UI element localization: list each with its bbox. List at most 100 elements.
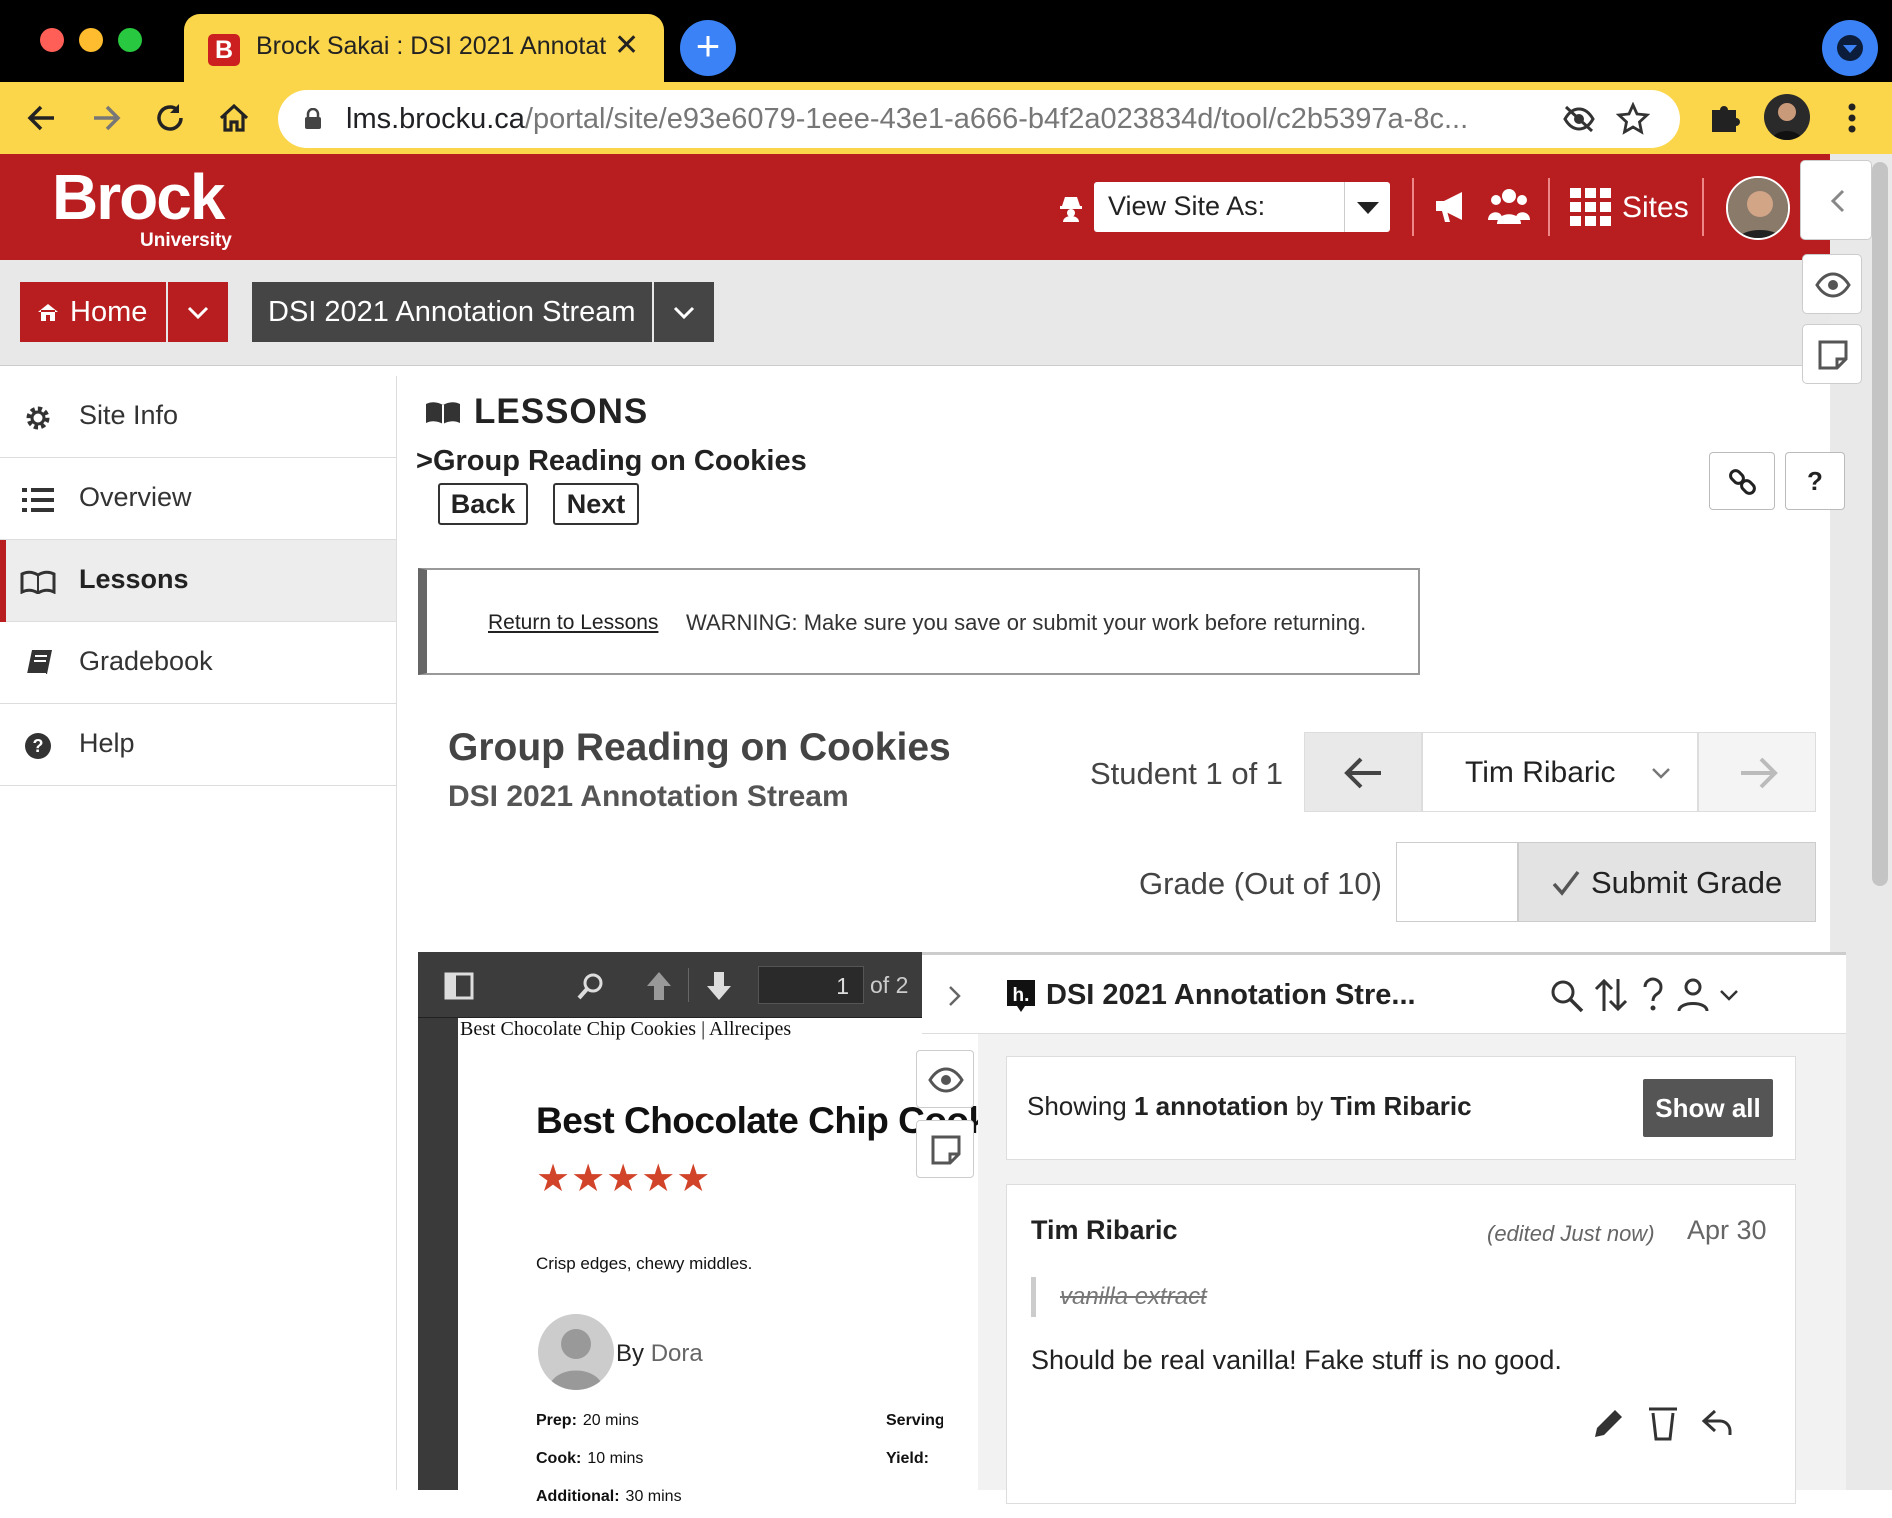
- sidebar-item-label: Site Info: [79, 400, 179, 430]
- home-dropdown-button[interactable]: [168, 282, 228, 342]
- link-button[interactable]: [1709, 452, 1775, 510]
- help-icon[interactable]: [1640, 977, 1666, 1013]
- sites-button-label[interactable]: Sites: [1622, 191, 1689, 225]
- search-icon[interactable]: [1550, 979, 1584, 1013]
- chevron-down-icon[interactable]: [1718, 985, 1740, 1005]
- help-button[interactable]: ?: [1785, 452, 1845, 510]
- view-site-as-label: View Site As:: [1108, 191, 1266, 221]
- pdf-toolbar-divider: [688, 968, 689, 1002]
- yield-label: Yield:: [886, 1450, 929, 1467]
- hypothesis-sidebar: h. DSI 2021 Annotation Stre... Showing 1…: [922, 952, 1846, 1504]
- pdf-page: Best Chocolate Chip Cookies | Allrecipes…: [458, 1018, 1039, 1505]
- sidebar-item-overview[interactable]: Overview: [0, 458, 396, 540]
- pdf-page-number-input[interactable]: 1: [758, 966, 864, 1004]
- home-button[interactable]: Home: [20, 282, 166, 342]
- page-scrollbar-thumb[interactable]: [1872, 162, 1888, 886]
- window-close-button[interactable]: [40, 28, 64, 52]
- site-dropdown-button[interactable]: [654, 282, 714, 342]
- brock-logo[interactable]: Brock University: [52, 161, 232, 251]
- new-page-note-button[interactable]: [916, 1120, 974, 1178]
- pdf-page-total: of 2: [870, 972, 909, 998]
- filter-count: 1 annotation: [1133, 1091, 1289, 1121]
- collapse-sidebar-button[interactable]: [1800, 160, 1872, 240]
- breadcrumb-current: Group Reading on Cookies: [432, 445, 807, 477]
- chevron-right-icon[interactable]: [942, 981, 968, 1011]
- previous-student-button[interactable]: [1304, 732, 1422, 812]
- browser-tab-strip: B Brock Sakai : DSI 2021 Annotat ✕ +: [0, 0, 1892, 82]
- show-highlights-button[interactable]: [1802, 254, 1862, 314]
- address-bar[interactable]: lms.brocku.ca/portal/site/e93e6079-1eee-…: [278, 90, 1680, 148]
- new-page-note-button[interactable]: [1802, 324, 1862, 384]
- recipe-author: By Dora: [616, 1340, 703, 1368]
- annotation-user[interactable]: Tim Ribaric: [1031, 1215, 1178, 1246]
- show-highlights-button[interactable]: [916, 1050, 974, 1108]
- window-minimize-button[interactable]: [79, 28, 103, 52]
- view-site-as-dropdown[interactable]: [1344, 182, 1390, 232]
- users-icon[interactable]: [1488, 186, 1530, 226]
- arrow-up-icon[interactable]: [644, 970, 674, 1002]
- trash-icon[interactable]: [1647, 1405, 1679, 1441]
- tab-title: Brock Sakai : DSI 2021 Annotat: [256, 32, 606, 60]
- chrome-menu-icon[interactable]: [1834, 100, 1870, 136]
- extensions-puzzle-icon[interactable]: [1706, 98, 1744, 136]
- home-icon[interactable]: [216, 100, 252, 136]
- logo-text: Brock: [52, 161, 225, 233]
- new-tab-button[interactable]: +: [680, 20, 736, 76]
- header-divider: [1412, 178, 1414, 236]
- sites-grid-icon[interactable]: [1570, 188, 1612, 226]
- view-site-as-select[interactable]: View Site As:: [1094, 182, 1390, 232]
- group-title[interactable]: DSI 2021 Annotation Stre...: [1046, 979, 1416, 1012]
- current-site-button[interactable]: DSI 2021 Annotation Stream: [252, 282, 652, 342]
- arrow-right-icon: [1741, 757, 1778, 789]
- annotation-edited: (edited Just now): [1487, 1221, 1655, 1246]
- sidebar-item-gradebook[interactable]: Gradebook: [0, 622, 396, 704]
- chrome-profile-avatar[interactable]: [1764, 94, 1810, 140]
- sidebar-item-site-info[interactable]: Site Info: [0, 376, 396, 458]
- prep-value: 20 mins: [582, 1412, 639, 1429]
- megaphone-icon[interactable]: [1432, 188, 1474, 224]
- return-to-lessons-link[interactable]: Return to Lessons: [488, 611, 658, 635]
- next-button[interactable]: Next: [553, 483, 639, 525]
- reply-icon[interactable]: [1701, 1407, 1735, 1439]
- tool-sidebar: Site Info Overview Lessons Gradebook ? H…: [0, 376, 397, 1490]
- back-arrow-icon[interactable]: [24, 100, 60, 136]
- additional-time: Additional: 30 mins: [536, 1488, 682, 1518]
- annotation-card[interactable]: Tim Ribaric (edited Just now) Apr 30 van…: [1006, 1184, 1796, 1504]
- grade-input[interactable]: [1396, 842, 1518, 922]
- next-student-button[interactable]: [1698, 732, 1816, 812]
- user-icon[interactable]: [1676, 977, 1710, 1013]
- tab-close-icon[interactable]: ✕: [614, 28, 639, 63]
- student-select[interactable]: Tim Ribaric: [1422, 732, 1698, 812]
- tab-search-button[interactable]: [1822, 20, 1878, 76]
- servings: Serving: [886, 1412, 943, 1430]
- sidebar-item-lessons[interactable]: Lessons: [0, 540, 396, 622]
- window-zoom-button[interactable]: [118, 28, 142, 52]
- sort-icon[interactable]: [1594, 977, 1628, 1013]
- submit-grade-button[interactable]: Submit Grade: [1518, 842, 1816, 922]
- show-all-button[interactable]: Show all: [1643, 1079, 1773, 1137]
- reload-icon[interactable]: [152, 100, 188, 136]
- eye-off-icon[interactable]: [1562, 103, 1596, 135]
- sidebar-item-help[interactable]: ? Help: [0, 704, 396, 786]
- page-title: LESSONS: [474, 392, 649, 431]
- breadcrumb[interactable]: >Group Reading on Cookies: [416, 445, 807, 478]
- arrow-down-icon[interactable]: [704, 970, 734, 1002]
- hypothesis-logo-icon: h.: [1007, 980, 1035, 1012]
- search-icon[interactable]: [576, 972, 606, 1002]
- bookmark-star-icon[interactable]: [1616, 102, 1650, 136]
- user-avatar[interactable]: [1726, 176, 1790, 240]
- book-open-icon: [20, 570, 56, 594]
- edit-pencil-icon[interactable]: [1591, 1407, 1625, 1441]
- back-button[interactable]: Back: [438, 483, 528, 525]
- chevron-down-icon: [1837, 35, 1863, 61]
- prep-label: Prep:: [536, 1412, 577, 1429]
- recipe-rating-stars: ★★★★★: [536, 1158, 712, 1200]
- home-button-label: Home: [70, 296, 148, 328]
- home-icon: [38, 304, 58, 321]
- chevron-left-icon: [1830, 189, 1845, 213]
- forward-arrow-icon[interactable]: [88, 100, 124, 136]
- sidebar-toggle-icon[interactable]: [444, 972, 474, 1000]
- browser-tab-active[interactable]: B Brock Sakai : DSI 2021 Annotat ✕: [184, 14, 664, 82]
- sidebar-item-label: Gradebook: [79, 646, 213, 676]
- annotation-date[interactable]: Apr 30: [1687, 1215, 1767, 1246]
